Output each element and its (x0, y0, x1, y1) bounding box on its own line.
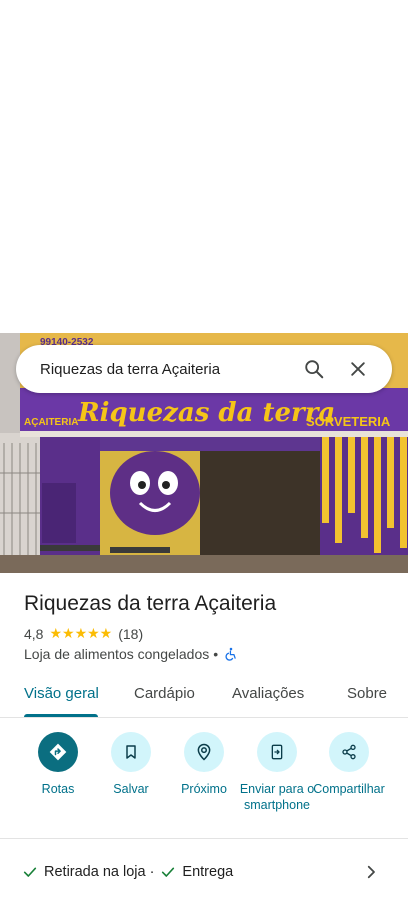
directions-icon (38, 732, 78, 772)
save-button[interactable]: Salvar (91, 732, 171, 797)
directions-button[interactable]: Rotas (18, 732, 98, 797)
send-to-phone-icon (257, 732, 297, 772)
nearby-button[interactable]: Próximo (164, 732, 244, 797)
search-bar[interactable]: Riquezas da terra Açaiteria (16, 345, 392, 393)
nearby-label: Próximo (181, 782, 227, 796)
search-input[interactable]: Riquezas da terra Açaiteria (40, 361, 292, 378)
sign-right-label: SORVETERIA (306, 414, 391, 429)
clear-search-button[interactable] (336, 347, 380, 391)
tab-reviews[interactable]: Avaliações (232, 685, 304, 702)
search-icon (305, 360, 324, 379)
wheelchair-icon[interactable] (224, 647, 238, 661)
place-tabs: Visão geral Cardápio Avaliações Sobre (0, 674, 408, 718)
save-label: Salvar (113, 782, 149, 796)
nearby-icon (184, 732, 224, 772)
category-separator: • (213, 646, 219, 662)
place-category[interactable]: Loja de alimentos congelados (24, 646, 209, 662)
active-tab-indicator (24, 714, 98, 717)
share-icon (329, 732, 369, 772)
tab-menu[interactable]: Cardápio (134, 685, 195, 702)
delivery-option: Entrega (182, 864, 234, 880)
directions-label: Rotas (41, 782, 75, 796)
service-separator: · (149, 864, 155, 880)
search-button[interactable] (292, 347, 336, 391)
send-to-phone-button[interactable]: Enviar para o smartphone (237, 732, 317, 813)
sign-text: Riquezas da terra (77, 398, 335, 428)
tab-overview[interactable]: Visão geral (24, 685, 99, 702)
sign-left-label: AÇAITERIA (24, 417, 78, 428)
share-label: Compartilhar (313, 782, 385, 796)
star-rating-icon: ★★★★★ (49, 625, 113, 641)
check-icon (160, 864, 176, 880)
send-to-phone-label: Enviar para o smartphone (239, 782, 315, 812)
rating-row[interactable]: 4,8 ★★★★★ (18) (24, 625, 143, 642)
place-title: Riquezas da terra Açaiteria (24, 592, 277, 615)
section-divider (0, 838, 408, 839)
pickup-option: Retirada na loja (44, 864, 146, 880)
check-icon (22, 864, 38, 880)
rating-value: 4,8 (24, 625, 44, 642)
close-icon (351, 362, 365, 376)
chevron-right-icon[interactable] (362, 863, 380, 881)
action-buttons: Rotas Salvar Próximo Enviar para o smart… (0, 732, 408, 832)
service-options[interactable]: Retirada na loja · Entrega (22, 864, 233, 880)
bookmark-icon (111, 732, 151, 772)
share-button[interactable]: Compartilhar (309, 732, 389, 797)
category-row: Loja de alimentos congelados • (24, 646, 238, 662)
tab-about[interactable]: Sobre (347, 685, 387, 702)
review-count[interactable]: (18) (118, 626, 143, 642)
